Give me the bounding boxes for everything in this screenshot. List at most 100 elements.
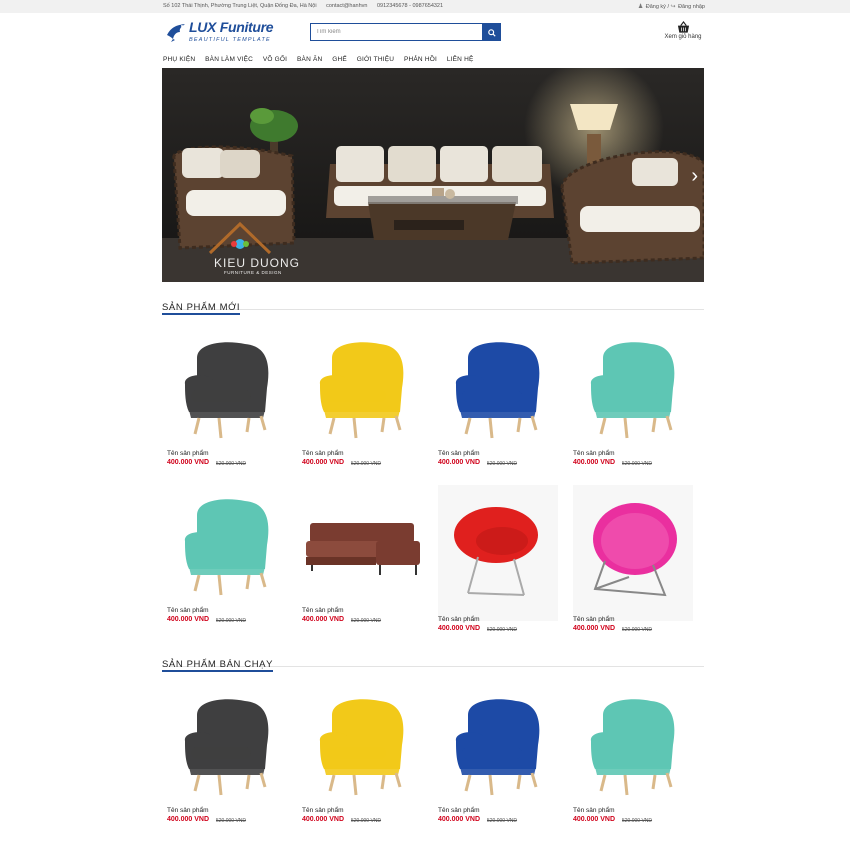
banner-watermark: KIEU DUONG bbox=[214, 256, 301, 270]
product-price: 400.000 VND bbox=[438, 625, 481, 632]
product-name[interactable]: Tên sản phẩm bbox=[438, 450, 480, 457]
nav-item-ghe[interactable]: GHẾ bbox=[332, 53, 347, 63]
product-image[interactable] bbox=[438, 485, 558, 621]
banner-living-room-image bbox=[162, 68, 704, 282]
product-card[interactable]: Tên sản phẩm 400.000 VND 520.000 VND bbox=[162, 685, 290, 835]
product-image[interactable] bbox=[573, 328, 693, 446]
product-card[interactable]: Tên sản phẩm 400.000 VND 520.000 VND bbox=[433, 328, 561, 478]
nav-item-phan-hoi[interactable]: PHẢN HỒI bbox=[404, 53, 437, 63]
product-price: 400.000 VND bbox=[573, 625, 616, 632]
product-card[interactable]: Tên sản phẩm 400.000 VND 520.000 VND bbox=[568, 485, 696, 635]
product-name[interactable]: Tên sản phẩm bbox=[302, 807, 344, 814]
nav-item-vo-goi[interactable]: VÕ GỐI bbox=[263, 53, 287, 63]
banner-watermark-sub: FURNITURE & DESIGN bbox=[224, 270, 282, 275]
product-price: 400.000 VND bbox=[302, 816, 345, 823]
auth-links: ♟ Đăng ký / ↪ Đăng nhập bbox=[638, 3, 705, 10]
product-price: 400.000 VND bbox=[302, 616, 345, 623]
product-image[interactable] bbox=[302, 328, 422, 446]
best-products-heading-bar: SẢN PHẨM BÁN CHẠY bbox=[162, 654, 704, 672]
product-card[interactable]: Tên sản phẩm 400.000 VND 520.000 VND bbox=[162, 328, 290, 478]
login-link[interactable]: Đăng nhập bbox=[678, 4, 705, 10]
product-card[interactable]: Tên sản phẩm 400.000 VND 520.000 VND bbox=[297, 485, 425, 635]
product-price: 400.000 VND bbox=[167, 616, 210, 623]
section-title: SẢN PHẨM BÁN CHẠY bbox=[162, 659, 274, 672]
product-name[interactable]: Tên sản phẩm bbox=[302, 607, 344, 614]
product-image[interactable] bbox=[302, 485, 422, 603]
product-price: 400.000 VND bbox=[573, 816, 616, 823]
product-old-price: 520.000 VND bbox=[487, 627, 518, 633]
nav-item-ban-an[interactable]: BÀN ĂN bbox=[297, 53, 322, 63]
product-price: 400.000 VND bbox=[167, 816, 210, 823]
product-image[interactable] bbox=[438, 328, 558, 446]
nav-item-phu-kien[interactable]: PHỤ KIỆN bbox=[163, 53, 195, 63]
auth-separator: / bbox=[667, 4, 669, 10]
product-name[interactable]: Tên sản phẩm bbox=[167, 807, 209, 814]
product-name[interactable]: Tên sản phẩm bbox=[438, 807, 480, 814]
product-price: 400.000 VND bbox=[438, 816, 481, 823]
address-text: Số 102 Thái Thịnh, Phường Trung Liệt, Qu… bbox=[163, 3, 317, 9]
register-link[interactable]: Đăng ký bbox=[646, 4, 666, 10]
logo-bird-icon bbox=[167, 24, 185, 42]
user-plus-icon: ♟ bbox=[637, 4, 644, 10]
product-old-price: 520.000 VND bbox=[487, 461, 518, 467]
product-name[interactable]: Tên sản phẩm bbox=[573, 616, 615, 623]
product-image[interactable] bbox=[167, 685, 287, 803]
search-button[interactable] bbox=[482, 23, 501, 41]
logo-tagline: BEAUTIFUL TEMPLATE bbox=[189, 37, 271, 43]
product-old-price: 520.000 VND bbox=[351, 461, 382, 467]
product-price: 400.000 VND bbox=[438, 459, 481, 466]
phone-text: 0912345678 - 0987654321 bbox=[376, 3, 444, 9]
product-name[interactable]: Tên sản phẩm bbox=[302, 450, 344, 457]
product-old-price: 520.000 VND bbox=[622, 461, 653, 467]
product-card[interactable]: Tên sản phẩm 400.000 VND 520.000 VND bbox=[297, 328, 425, 478]
product-card[interactable]: Tên sản phẩm 400.000 VND 520.000 VND bbox=[297, 685, 425, 835]
nav-item-ban-lam-viec[interactable]: BÀN LÀM VIỆC bbox=[205, 53, 253, 63]
email-text[interactable]: contact@hanhvn bbox=[326, 3, 367, 9]
banner-next-chevron-icon[interactable]: › bbox=[691, 165, 698, 188]
logo-brand: LUX Funiture bbox=[189, 19, 274, 35]
search-icon bbox=[487, 28, 496, 37]
main-nav: PHỤ KIỆN BÀN LÀM VIỆC VÕ GỐI BÀN ĂN GHẾ … bbox=[163, 53, 482, 67]
new-products-heading-bar: SẢN PHẨM MỚI bbox=[162, 297, 704, 315]
product-name[interactable]: Tên sản phẩm bbox=[573, 450, 615, 457]
product-card[interactable]: Tên sản phẩm 400.000 VND 520.000 VND bbox=[433, 685, 561, 835]
product-image[interactable] bbox=[438, 685, 558, 803]
shopping-basket-icon bbox=[677, 21, 689, 33]
product-old-price: 520.000 VND bbox=[216, 618, 247, 624]
product-image[interactable] bbox=[302, 685, 422, 803]
hero-banner[interactable]: KIEU DUONG FURNITURE & DESIGN › bbox=[162, 68, 704, 282]
cart-label: Xem giỏ hàng bbox=[664, 34, 702, 40]
product-image[interactable] bbox=[573, 485, 693, 621]
search-input[interactable] bbox=[310, 23, 482, 41]
contact-info: Số 102 Thái Thịnh, Phường Trung Liệt, Qu… bbox=[163, 3, 451, 9]
top-bar: Số 102 Thái Thịnh, Phường Trung Liệt, Qu… bbox=[0, 0, 850, 13]
product-price: 400.000 VND bbox=[302, 459, 345, 466]
section-title: SẢN PHẨM MỚI bbox=[162, 302, 241, 315]
product-name[interactable]: Tên sản phẩm bbox=[573, 807, 615, 814]
product-card[interactable]: Tên sản phẩm 400.000 VND 520.000 VND bbox=[162, 485, 290, 635]
product-name[interactable]: Tên sản phẩm bbox=[167, 450, 209, 457]
product-image[interactable] bbox=[167, 485, 287, 603]
login-icon: ↪ bbox=[670, 4, 676, 10]
nav-item-gioi-thieu[interactable]: GIỚI THIỆU bbox=[357, 53, 394, 63]
logo[interactable]: LUX Funiture BEAUTIFUL TEMPLATE bbox=[165, 19, 275, 49]
product-old-price: 520.000 VND bbox=[351, 818, 382, 824]
product-old-price: 520.000 VND bbox=[216, 818, 247, 824]
product-card[interactable]: Tên sản phẩm 400.000 VND 520.000 VND bbox=[568, 328, 696, 478]
product-price: 400.000 VND bbox=[167, 459, 210, 466]
nav-item-lien-he[interactable]: LIÊN HỆ bbox=[447, 53, 474, 63]
product-image[interactable] bbox=[573, 685, 693, 803]
product-name[interactable]: Tên sản phẩm bbox=[438, 616, 480, 623]
product-old-price: 520.000 VND bbox=[487, 818, 518, 824]
search-bar bbox=[310, 23, 501, 41]
product-name[interactable]: Tên sản phẩm bbox=[167, 607, 209, 614]
cart-button[interactable]: Xem giỏ hàng bbox=[660, 21, 706, 47]
product-card[interactable]: Tên sản phẩm 400.000 VND 520.000 VND bbox=[433, 485, 561, 635]
product-old-price: 520.000 VND bbox=[622, 627, 653, 633]
product-old-price: 520.000 VND bbox=[622, 818, 653, 824]
header: LUX Funiture BEAUTIFUL TEMPLATE Xem giỏ … bbox=[0, 13, 850, 53]
product-card[interactable]: Tên sản phẩm 400.000 VND 520.000 VND bbox=[568, 685, 696, 835]
product-price: 400.000 VND bbox=[573, 459, 616, 466]
product-old-price: 520.000 VND bbox=[351, 618, 382, 624]
product-image[interactable] bbox=[167, 328, 287, 446]
